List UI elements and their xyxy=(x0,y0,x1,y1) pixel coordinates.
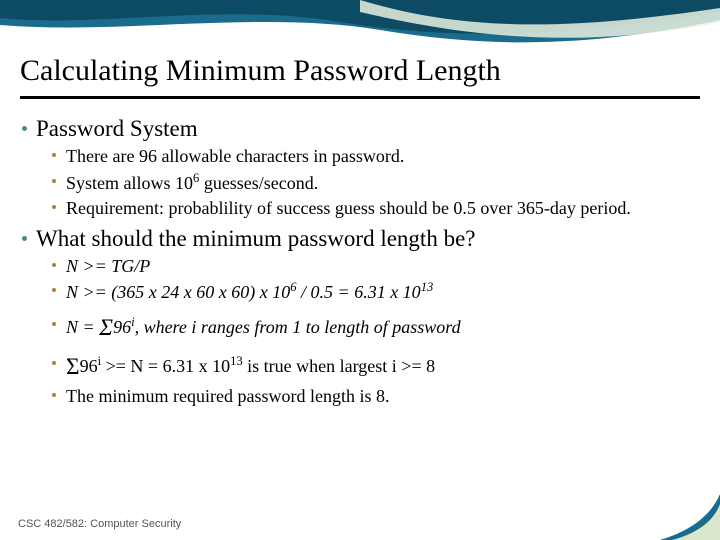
bullet-formula-2: N >= (365 x 24 x 60 x 60) x 106 / 0.5 = … xyxy=(66,280,702,304)
bullet-icon xyxy=(22,236,27,241)
bullet-conclusion: The minimum required password length is … xyxy=(66,385,702,408)
bullet-formula-3: N = Σ96i, where i ranges from 1 to lengt… xyxy=(66,314,702,343)
bullet-requirement: Requirement: probablility of success gue… xyxy=(66,197,702,220)
heading-text: Password System xyxy=(36,116,198,141)
slide-title: Calculating Minimum Password Length xyxy=(20,54,501,88)
text-mid: / 0.5 = 6.31 x 10 xyxy=(297,282,421,302)
bullet-icon xyxy=(52,263,56,267)
bullet-icon xyxy=(52,153,56,157)
text: There are 96 allowable characters in pas… xyxy=(66,146,404,166)
bullet-icon xyxy=(52,361,56,365)
text-c: >= N = 6.31 x 10 xyxy=(101,356,230,376)
text-d: , where i ranges from 1 to length of pas… xyxy=(135,317,461,337)
heading-text: What should the minimum password length … xyxy=(36,226,475,251)
bullet-icon xyxy=(52,288,56,292)
text-a: 96 xyxy=(80,356,98,376)
text: The minimum required password length is … xyxy=(66,386,389,406)
bullet-icon xyxy=(52,205,56,209)
content-area: Password System There are 96 allowable c… xyxy=(22,110,702,411)
text-post: guesses/second. xyxy=(199,173,318,193)
exponent: 13 xyxy=(230,354,243,368)
bullet-icon xyxy=(52,322,56,326)
bullet-chars: There are 96 allowable characters in pas… xyxy=(66,145,702,168)
bullet-guesses: System allows 106 guesses/second. xyxy=(66,171,702,195)
section-password-system: Password System xyxy=(36,116,702,142)
text-pre: N >= (365 x 24 x 60 x 60) x 10 xyxy=(66,282,290,302)
text: Requirement: probablility of success gue… xyxy=(66,198,631,218)
text-a: N = xyxy=(66,317,99,337)
bullet-formula-4: Σ96i >= N = 6.31 x 1013 is true when lar… xyxy=(66,353,702,382)
text: N >= TG/P xyxy=(66,256,150,276)
text-pre: System allows 10 xyxy=(66,173,193,193)
bullet-formula-1: N >= TG/P xyxy=(66,255,702,278)
header-wave xyxy=(0,0,720,55)
title-underline xyxy=(20,96,700,99)
sigma-icon: Σ xyxy=(99,315,113,341)
section-min-length: What should the minimum password length … xyxy=(36,226,702,252)
bullet-icon xyxy=(22,126,27,131)
footer-text: CSC 482/582: Computer Security xyxy=(18,518,181,530)
text-d: is true when largest i >= 8 xyxy=(243,356,435,376)
bullet-icon xyxy=(52,393,56,397)
corner-decoration xyxy=(660,494,720,540)
text-b: 96 xyxy=(113,317,131,337)
bullet-icon xyxy=(52,179,56,183)
exponent-2: 13 xyxy=(421,280,434,294)
sigma-icon: Σ xyxy=(66,354,80,380)
